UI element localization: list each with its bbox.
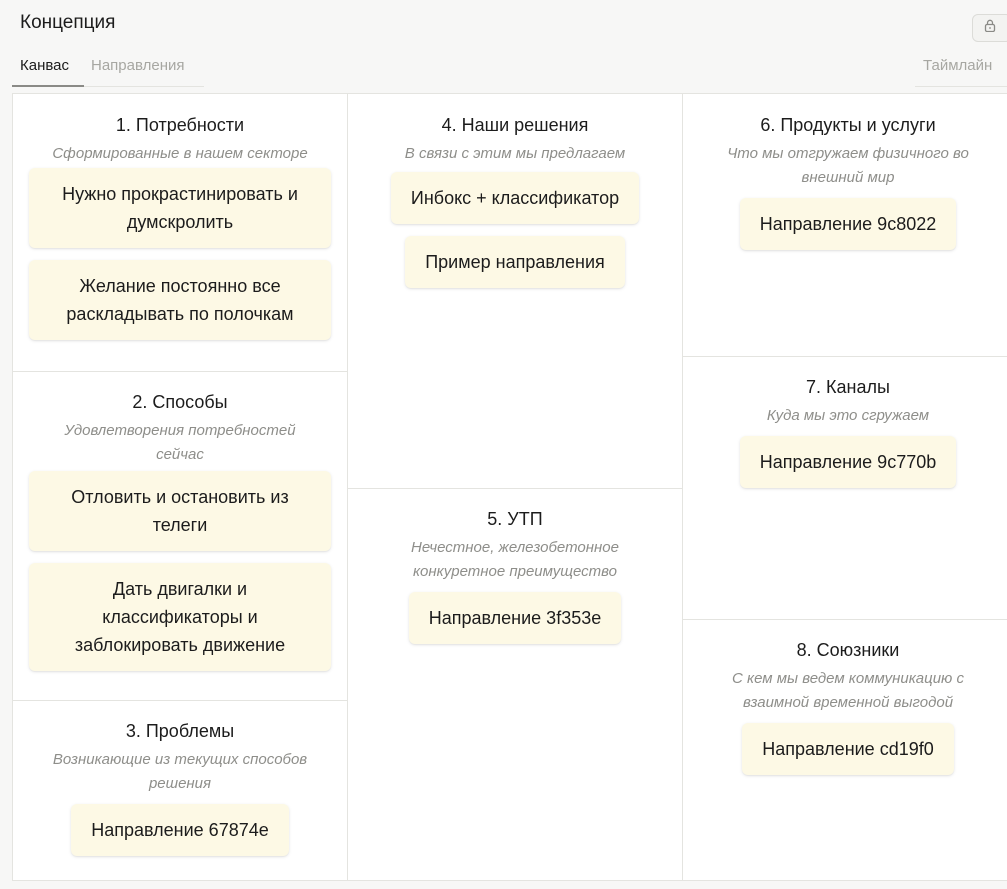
section-products: 6. Продукты и услуги Что мы отгружаем фи… xyxy=(683,94,1007,356)
direction-card[interactable]: Пример направления xyxy=(405,236,625,288)
section-title: 2. Способы xyxy=(132,392,228,412)
direction-card[interactable]: Направление 3f353e xyxy=(408,592,622,644)
section-subtitle: Нечестное, железобетонное конкуретное пр… xyxy=(411,539,619,580)
section-needs: 1. Потребности Сформированные в нашем се… xyxy=(13,94,347,371)
direction-card[interactable]: Нужно прокрастинировать и думскролить xyxy=(29,168,331,248)
direction-card[interactable]: Направление 67874e xyxy=(71,804,289,856)
tab-divider xyxy=(84,86,204,87)
lock-button[interactable] xyxy=(972,14,1007,42)
section-channels: 7. Каналы Куда мы это сгружаем Направлен… xyxy=(683,356,1007,619)
section-usp: 5. УТП Нечестное, железобетонное конкуре… xyxy=(348,488,682,882)
section-title: 3. Проблемы xyxy=(125,721,235,741)
section-title: 1. Потребности xyxy=(115,115,245,135)
section-subtitle: Возникающие из текущих способов решения xyxy=(52,751,308,792)
section-title: 8. Союзники xyxy=(796,640,900,660)
section-title: 4. Наши решения xyxy=(441,115,589,135)
section-methods: 2. Способы Удовлетворения потребностей с… xyxy=(13,371,347,700)
section-allies: 8. Союзники С кем мы ведем коммуникацию … xyxy=(683,619,1007,882)
direction-card[interactable]: Направление 9c8022 xyxy=(739,198,957,250)
direction-card[interactable]: Направление cd19f0 xyxy=(742,723,954,775)
lock-icon xyxy=(984,19,996,37)
tab-directions[interactable]: Направления xyxy=(91,57,185,74)
tab-canvas[interactable]: Канвас xyxy=(20,57,69,74)
section-problems: 3. Проблемы Возникающие из текущих спосо… xyxy=(13,700,347,882)
section-solutions: 4. Наши решения В связи с этим мы предла… xyxy=(348,94,682,488)
section-title: 5. УТП xyxy=(487,509,543,529)
tab-divider-right xyxy=(915,86,1007,87)
direction-card[interactable]: Желание постоянно все раскладывать по по… xyxy=(29,260,331,340)
section-subtitle: Что мы отгружаем физичного во внешний ми… xyxy=(727,145,969,186)
direction-card[interactable]: Направление 9c770b xyxy=(739,436,957,488)
direction-card[interactable]: Отловить и остановить из телеги xyxy=(29,471,331,551)
section-subtitle: Сформированные в нашем секторе xyxy=(52,145,308,162)
section-subtitle: Куда мы это сгружаем xyxy=(766,407,930,424)
tab-timeline[interactable]: Таймлайн xyxy=(923,57,992,74)
section-title: 7. Каналы xyxy=(806,377,890,397)
section-subtitle: В связи с этим мы предлагаем xyxy=(404,145,626,162)
section-title: 6. Продукты и услуги xyxy=(760,115,936,135)
section-subtitle: Удовлетворения потребностей сейчас xyxy=(64,422,296,463)
canvas-grid: 1. Потребности Сформированные в нашем се… xyxy=(12,93,1007,881)
direction-card[interactable]: Дать двигалки и классификаторы и заблоки… xyxy=(29,563,331,671)
active-tab-indicator xyxy=(12,85,84,87)
section-subtitle: С кем мы ведем коммуникацию с взаимной в… xyxy=(732,670,964,711)
page-title: Концепция xyxy=(20,12,116,33)
direction-card[interactable]: Инбокс + классификатор xyxy=(390,172,640,224)
